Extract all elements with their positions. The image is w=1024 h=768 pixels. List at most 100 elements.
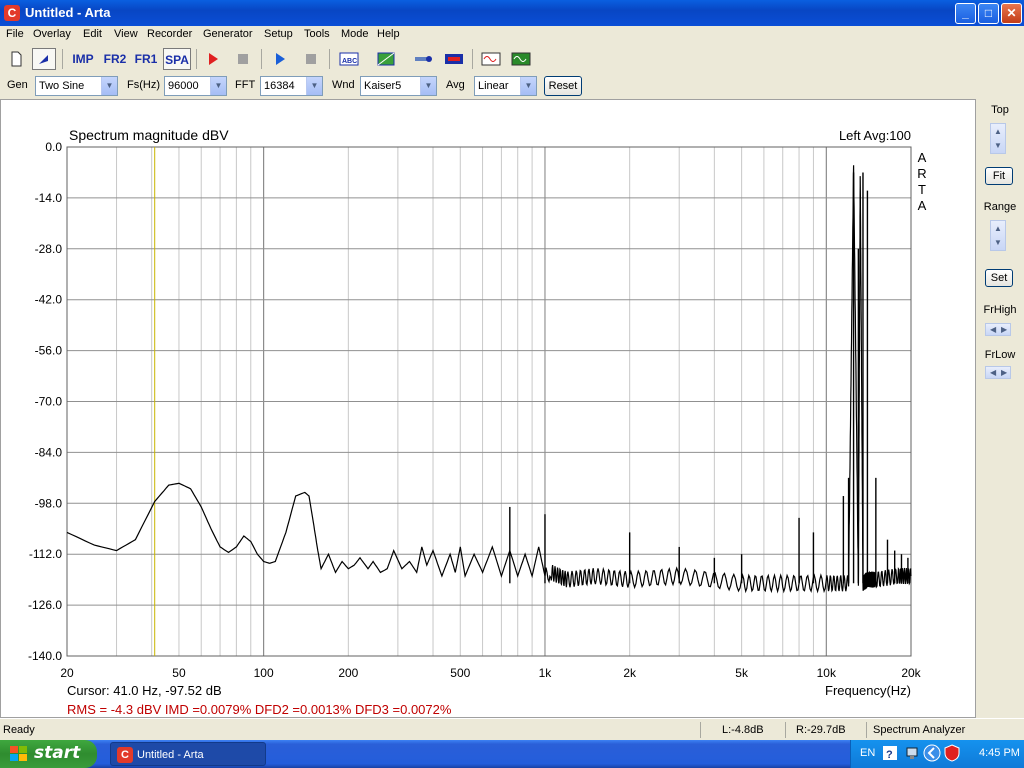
top-spinner[interactable]: ▲ ▼ xyxy=(990,123,1006,154)
gen-select[interactable]: Two Sine ▼ xyxy=(35,76,118,96)
chevron-down-icon[interactable]: ▼ xyxy=(306,77,322,95)
x-tick-label: 20k xyxy=(901,666,921,680)
app-icon[interactable]: C xyxy=(4,5,20,21)
fit-button[interactable]: Fit xyxy=(985,167,1013,185)
frhigh-spinner[interactable]: ◀ ▶ xyxy=(985,323,1011,336)
oscilloscope-button[interactable] xyxy=(509,48,533,70)
spectrum-chart[interactable]: 0.0 -14.0 -28.0 -42.0 -56.0 -70.0 -84.0 -98.0 -1… xyxy=(0,99,976,718)
taskbar: start C Untitled - Arta EN ? 4:45 PM xyxy=(0,740,1024,768)
toolbar-separator xyxy=(261,49,262,69)
fs-value: 96000 xyxy=(168,80,199,92)
avg-value: Linear xyxy=(478,80,509,92)
menu-mode[interactable]: Mode xyxy=(341,28,369,40)
minimize-button[interactable]: _ xyxy=(955,3,976,24)
channel-info: Left Avg:100 xyxy=(839,128,911,143)
chevron-down-icon[interactable]: ▼ xyxy=(210,77,226,95)
sine-wave-icon xyxy=(481,52,501,66)
level-meter-button[interactable] xyxy=(442,48,466,70)
set-button[interactable]: Set xyxy=(985,269,1013,287)
probe-icon xyxy=(415,56,432,62)
security-shield-icon[interactable] xyxy=(944,744,960,762)
frlow-spinner[interactable]: ◀ ▶ xyxy=(985,366,1011,379)
spectrum-line xyxy=(66,165,912,594)
new-file-icon xyxy=(11,51,22,67)
menu-file[interactable]: File xyxy=(6,28,24,40)
top-label: Top xyxy=(991,104,1009,116)
pointer-mode-button[interactable] xyxy=(32,48,56,70)
chevron-up-icon[interactable]: ▲ xyxy=(991,124,1005,139)
chart-title: Spectrum magnitude dBV xyxy=(69,127,229,143)
y-tick-label: -28.0 xyxy=(35,242,63,256)
chevron-right-icon[interactable]: ▶ xyxy=(1001,368,1007,377)
menu-view[interactable]: View xyxy=(114,28,138,40)
menu-edit[interactable]: Edit xyxy=(83,28,102,40)
back-arrow-icon[interactable] xyxy=(923,744,941,762)
y-tick-label: -42.0 xyxy=(35,293,63,307)
fs-select[interactable]: 96000 ▼ xyxy=(164,76,227,96)
range-spinner[interactable]: ▲ ▼ xyxy=(990,220,1006,251)
fft-label: FFT xyxy=(235,79,256,91)
chevron-down-icon[interactable]: ▼ xyxy=(520,77,536,95)
meter-icon xyxy=(445,54,463,64)
spectrum-plot[interactable]: 0.0 -14.0 -28.0 -42.0 -56.0 -70.0 -84.0 -98.0 -1… xyxy=(1,100,975,717)
generator-stop-button[interactable] xyxy=(299,48,323,70)
signal-generator-button[interactable] xyxy=(479,48,503,70)
right-panel: Top Fit Range Set FrHigh FrLow xyxy=(976,99,1024,718)
avg-select[interactable]: Linear ▼ xyxy=(474,76,537,96)
chevron-right-icon[interactable]: ▶ xyxy=(1001,325,1007,334)
menu-tools[interactable]: Tools xyxy=(304,28,330,40)
taskbar-item-label: Untitled - Arta xyxy=(137,749,204,761)
abc-edit-icon: ABC xyxy=(339,52,359,66)
y-tick-label: -112.0 xyxy=(29,547,62,561)
generator-play-button[interactable] xyxy=(268,48,292,70)
chevron-down-icon[interactable]: ▼ xyxy=(101,77,117,95)
record-stop-button[interactable] xyxy=(231,48,255,70)
color-scheme-button[interactable] xyxy=(374,48,398,70)
spa-mode-button[interactable]: SPA xyxy=(163,48,191,70)
record-play-button[interactable] xyxy=(201,48,225,70)
status-left-level: L:-4.8dB xyxy=(722,724,764,736)
start-label: start xyxy=(34,743,81,763)
reset-button[interactable]: Reset xyxy=(544,76,582,96)
wnd-value: Kaiser5 xyxy=(364,80,402,92)
fft-select[interactable]: 16384 ▼ xyxy=(260,76,323,96)
pointer-icon xyxy=(39,55,48,64)
chevron-left-icon[interactable]: ◀ xyxy=(990,368,996,377)
help-icon[interactable]: ? xyxy=(883,746,897,760)
play-red-icon xyxy=(209,53,218,65)
brand-letter: A xyxy=(918,198,927,213)
fr2-mode-button[interactable]: FR2 xyxy=(102,48,128,70)
wnd-select[interactable]: Kaiser5 ▼ xyxy=(360,76,437,96)
start-button[interactable]: start xyxy=(0,740,97,768)
y-tick-label: -84.0 xyxy=(35,445,63,459)
maximize-button[interactable]: □ xyxy=(978,3,999,24)
chevron-down-icon[interactable]: ▼ xyxy=(991,236,1005,250)
menu-generator[interactable]: Generator xyxy=(203,28,253,40)
network-icon[interactable] xyxy=(905,745,919,761)
status-separator xyxy=(866,722,867,738)
chevron-down-icon[interactable]: ▼ xyxy=(420,77,436,95)
menu-setup[interactable]: Setup xyxy=(264,28,293,40)
toolbar-separator xyxy=(62,49,63,69)
avg-label: Avg xyxy=(446,79,465,91)
close-button[interactable]: ✕ xyxy=(1001,3,1022,24)
new-file-button[interactable] xyxy=(4,48,28,70)
taskbar-item-arta[interactable]: C Untitled - Arta xyxy=(110,742,266,766)
menu-help[interactable]: Help xyxy=(377,28,400,40)
imp-mode-button[interactable]: IMP xyxy=(70,48,96,70)
chevron-left-icon[interactable]: ◀ xyxy=(990,325,996,334)
x-tick-label: 20 xyxy=(60,666,74,680)
menu-overlay[interactable]: Overlay xyxy=(33,28,71,40)
language-indicator[interactable]: EN xyxy=(860,747,875,759)
chevron-down-icon[interactable]: ▼ xyxy=(991,139,1005,153)
edit-text-button[interactable]: ABC xyxy=(337,48,361,70)
menu-recorder[interactable]: Recorder xyxy=(147,28,192,40)
chevron-up-icon[interactable]: ▲ xyxy=(991,221,1005,236)
calibration-button[interactable] xyxy=(411,48,435,70)
cursor-readout: Cursor: 41.0 Hz, -97.52 dB xyxy=(67,683,222,698)
title-bar: C Untitled - Arta _ □ ✕ xyxy=(0,0,1024,26)
fr1-mode-button[interactable]: FR1 xyxy=(133,48,159,70)
toolbar-separator xyxy=(329,49,330,69)
range-label: Range xyxy=(983,201,1017,213)
status-ready: Ready xyxy=(3,724,35,736)
